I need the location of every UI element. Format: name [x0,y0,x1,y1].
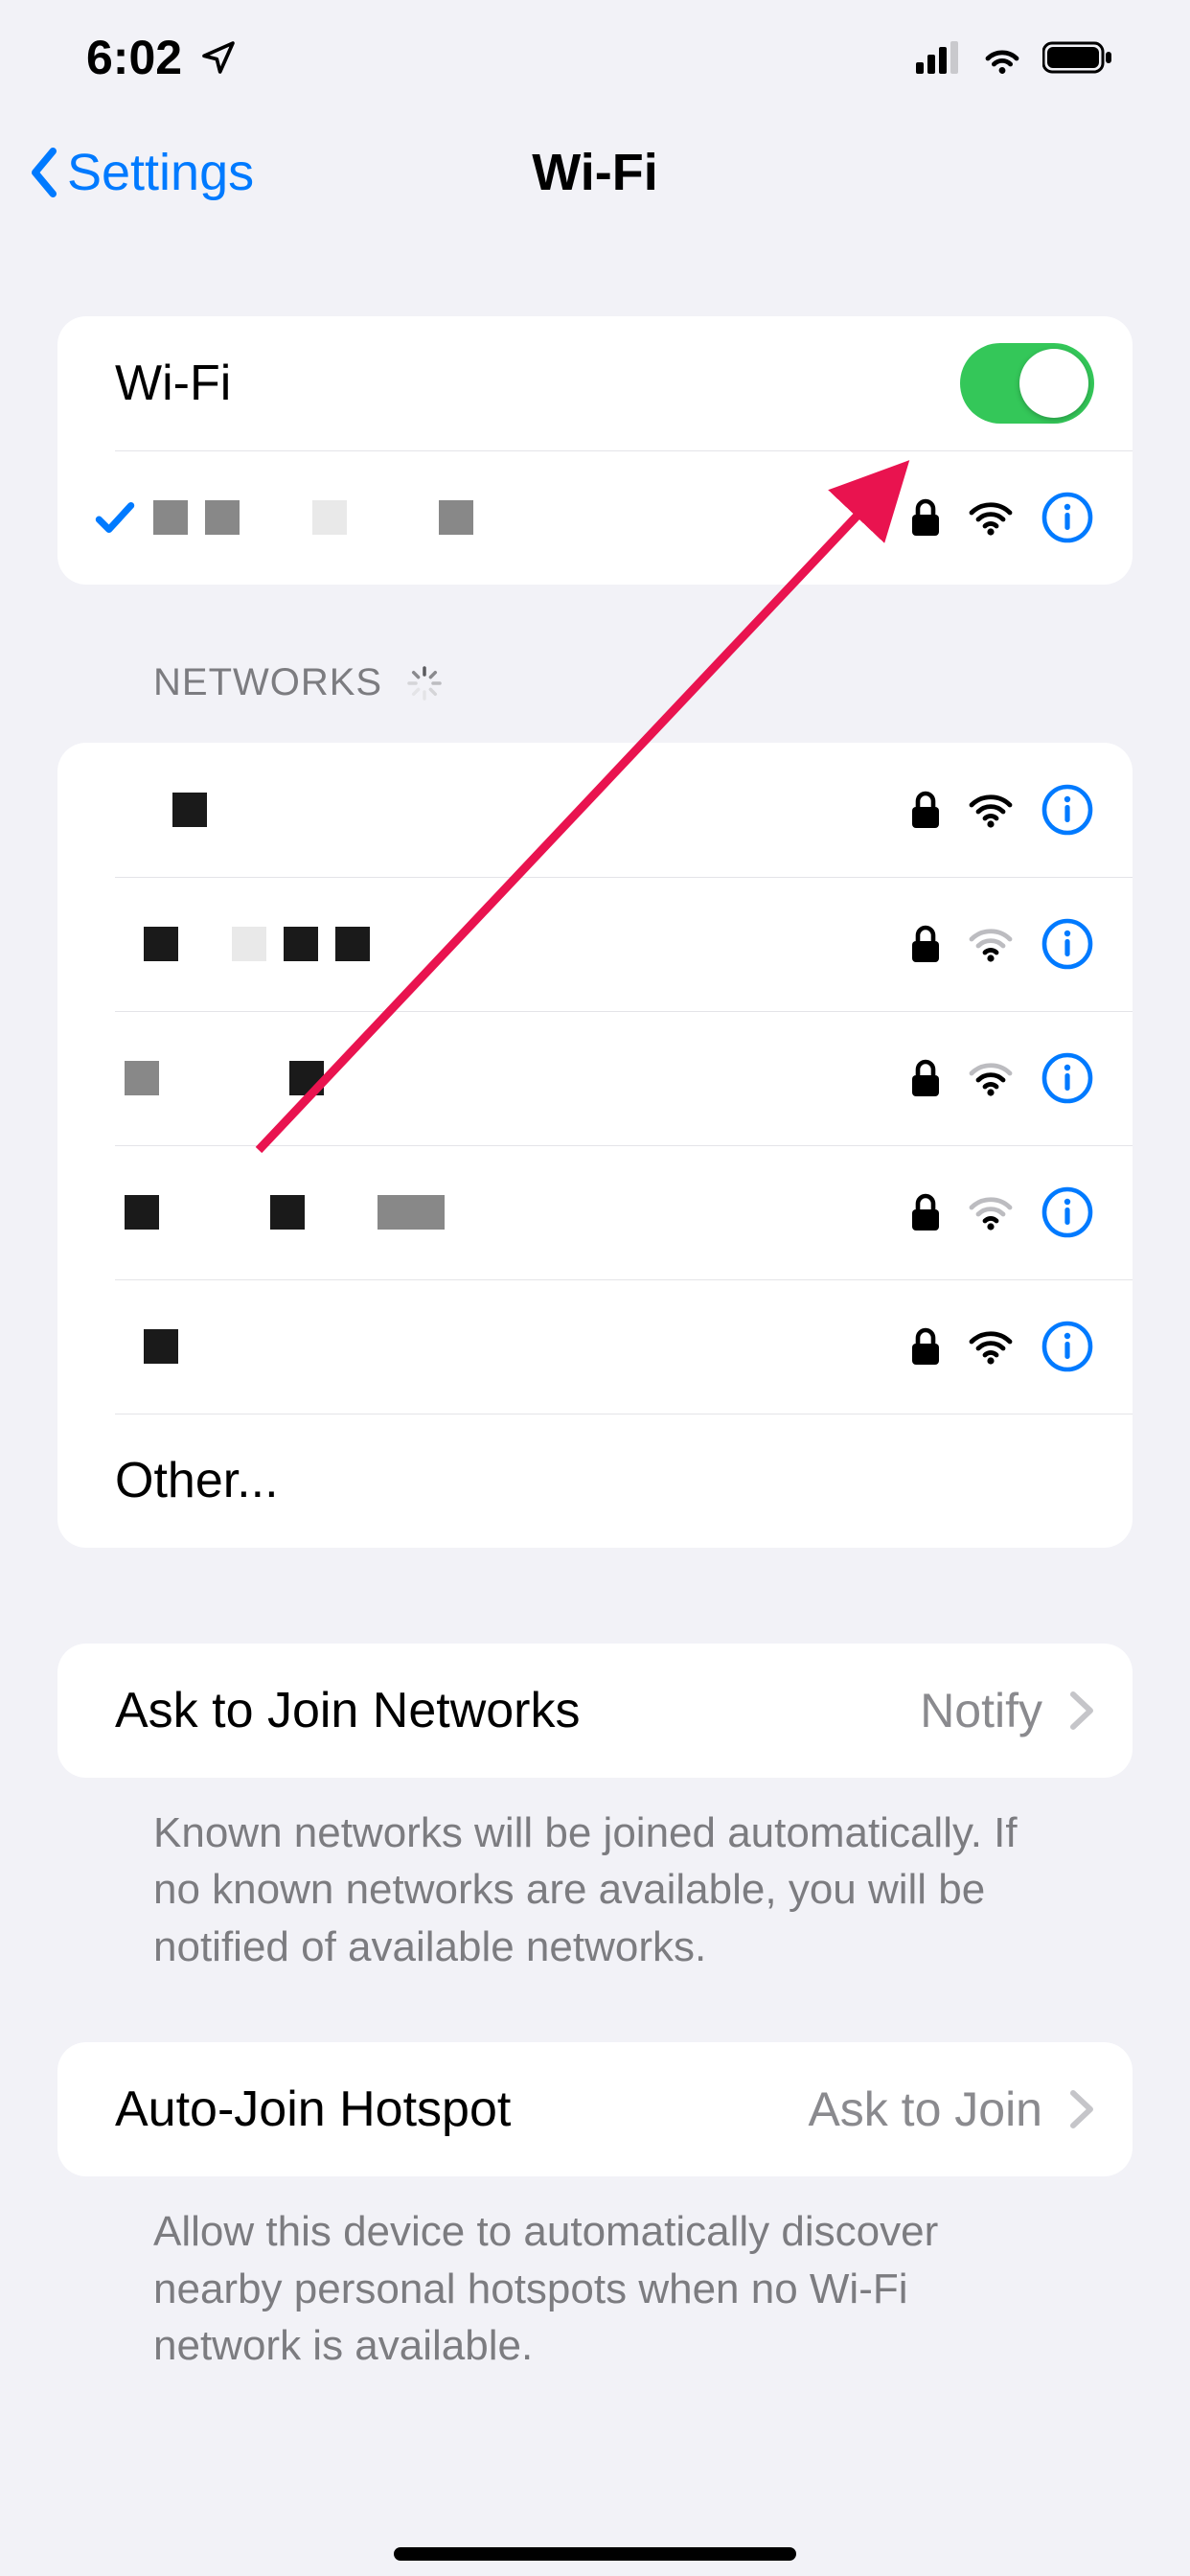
network-row[interactable] [57,1145,1133,1279]
ask-to-join-footer: Known networks will be joined automatica… [57,1778,1133,1975]
info-icon[interactable] [1041,1185,1094,1239]
info-icon[interactable] [1041,783,1094,837]
info-icon[interactable] [1041,491,1094,544]
status-bar-right [916,40,1113,75]
networks-group: Other... [57,743,1133,1548]
chevron-right-icon [1069,1690,1094,1731]
info-icon[interactable] [1041,1320,1094,1373]
network-row[interactable] [57,743,1133,877]
lock-icon [910,1192,941,1232]
nav-header: Settings Wi-Fi [0,115,1190,230]
auto-join-hotspot-value: Ask to Join [808,2082,1042,2137]
lock-icon [910,790,941,830]
network-name [115,1329,910,1364]
network-row[interactable] [57,877,1133,1011]
page-title: Wi-Fi [532,143,657,202]
lock-icon [910,924,941,964]
lock-icon [910,497,941,538]
wifi-main-group: Wi-Fi [57,316,1133,585]
wifi-status-icon [979,40,1025,75]
wifi-toggle[interactable] [960,343,1094,424]
other-network-row[interactable]: Other... [57,1414,1133,1548]
auto-join-hotspot-label: Auto-Join Hotspot [115,2081,808,2138]
ask-to-join-value: Notify [920,1683,1042,1738]
ask-to-join-label: Ask to Join Networks [115,1682,920,1739]
wifi-signal-icon [968,1060,1014,1096]
wifi-signal-icon [968,1328,1014,1365]
ask-to-join-row[interactable]: Ask to Join Networks Notify [57,1644,1133,1778]
networks-header-label: NETWORKS [153,661,382,704]
status-bar-left: 6:02 [86,30,238,85]
network-name [115,793,910,827]
wifi-toggle-row: Wi-Fi [57,316,1133,450]
wifi-toggle-label: Wi-Fi [115,355,960,412]
other-label: Other... [115,1452,1094,1509]
chevron-right-icon [1069,2089,1094,2129]
wifi-signal-icon [968,499,1014,536]
spinner-icon [405,664,444,702]
lock-icon [910,1326,941,1367]
info-icon[interactable] [1041,917,1094,971]
auto-join-hotspot-group: Auto-Join Hotspot Ask to Join [57,2042,1133,2176]
connected-network-name [153,500,910,535]
network-name [115,1061,910,1095]
network-row[interactable] [57,1279,1133,1414]
chevron-left-icon [27,148,61,197]
networks-section-header: NETWORKS [57,661,1133,724]
connected-network-row[interactable] [57,450,1133,585]
checkmark-icon [91,494,139,541]
wifi-signal-icon [968,792,1014,828]
toggle-knob [1019,349,1088,418]
auto-join-hotspot-row[interactable]: Auto-Join Hotspot Ask to Join [57,2042,1133,2176]
auto-join-hotspot-footer: Allow this device to automatically disco… [57,2176,1133,2374]
wifi-signal-icon [968,1194,1014,1230]
network-name [115,927,910,961]
wifi-signal-icon [968,926,1014,962]
network-row[interactable] [57,1011,1133,1145]
cellular-signal-icon [916,41,962,74]
status-bar: 6:02 [0,0,1190,115]
lock-icon [910,1058,941,1098]
status-time: 6:02 [86,30,182,85]
back-label: Settings [67,143,254,202]
back-button[interactable]: Settings [27,143,254,202]
battery-icon [1042,40,1113,75]
ask-to-join-group: Ask to Join Networks Notify [57,1644,1133,1778]
home-indicator [394,2547,796,2561]
location-icon [199,38,238,77]
network-name [115,1195,910,1230]
info-icon[interactable] [1041,1051,1094,1105]
